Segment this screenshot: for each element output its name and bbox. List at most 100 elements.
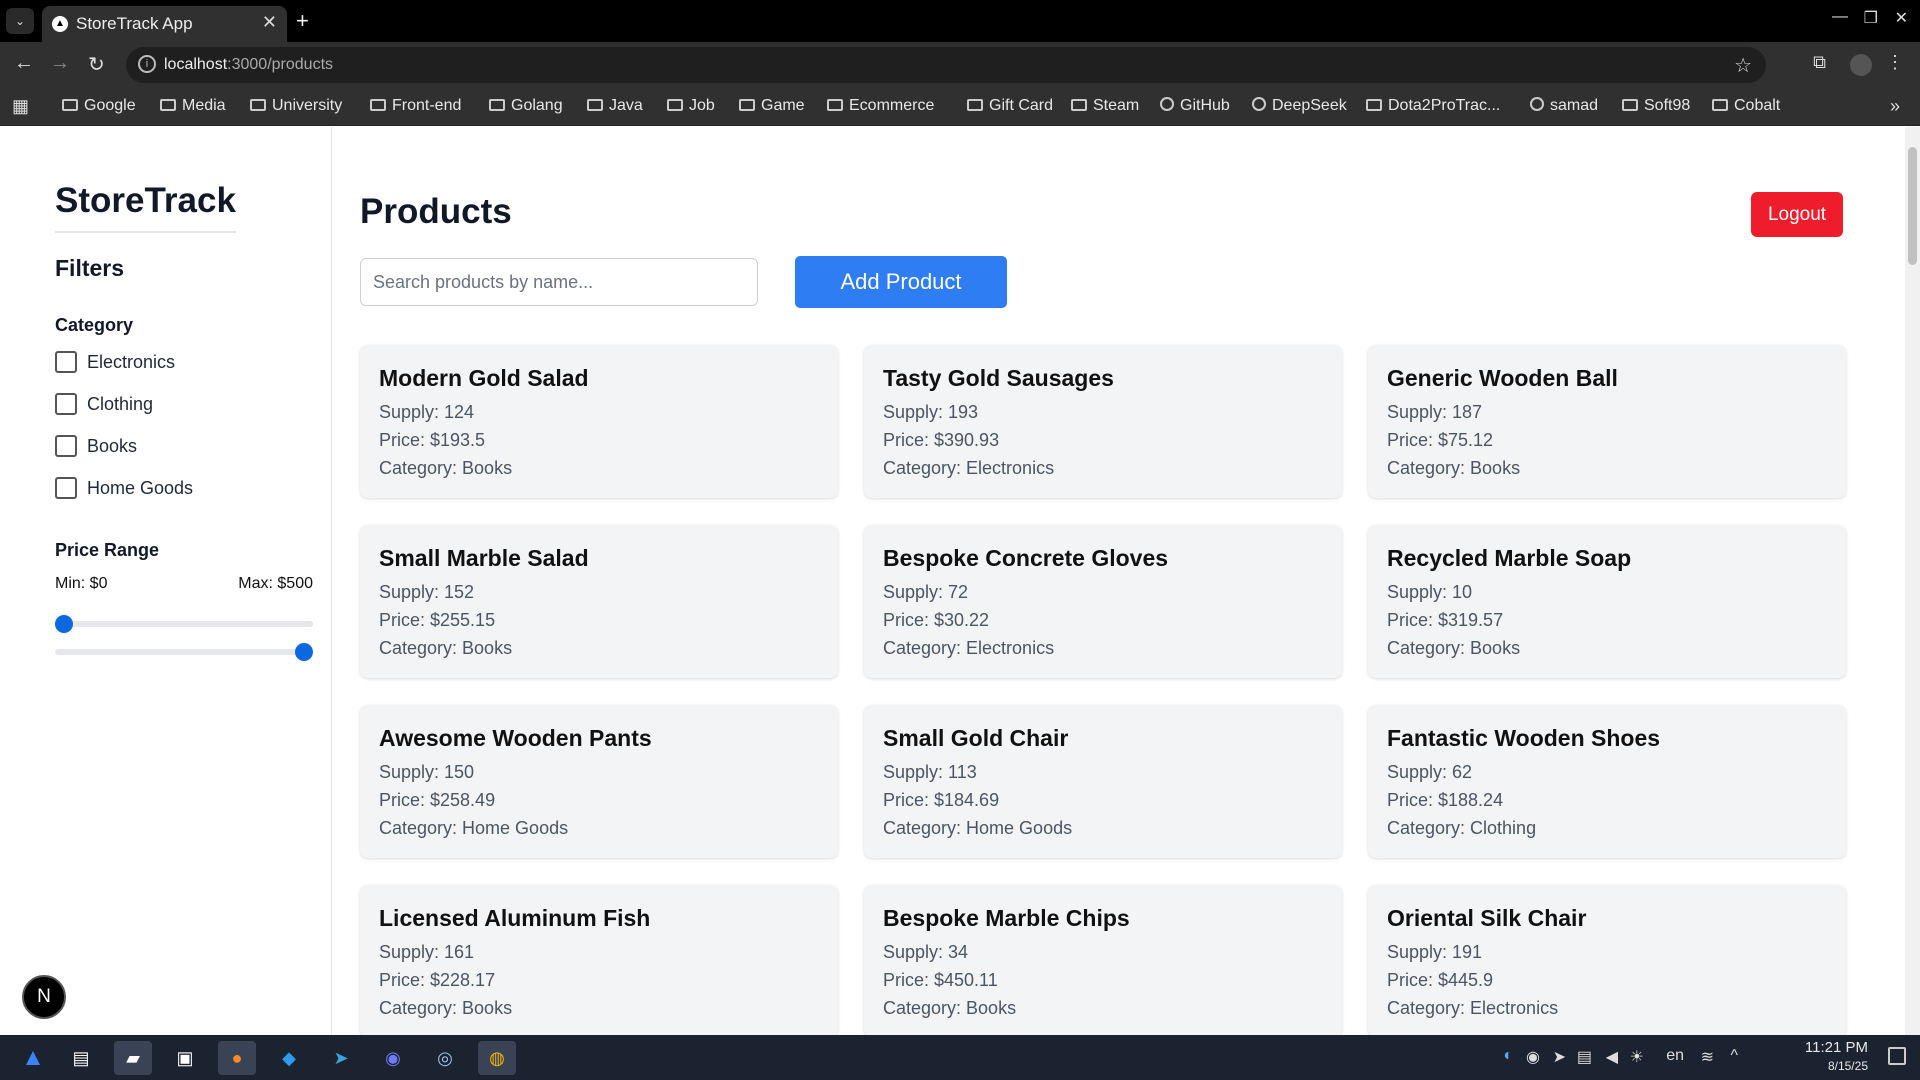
category-filter-clothing[interactable]: Clothing — [55, 393, 153, 415]
wifi-icon[interactable]: ≋ — [1701, 1047, 1714, 1067]
checkbox[interactable] — [55, 477, 77, 499]
tab-close-icon[interactable]: ✕ — [262, 12, 277, 33]
folder-icon — [587, 99, 603, 111]
show-desktop-icon[interactable] — [1888, 1047, 1906, 1065]
search-input[interactable] — [360, 258, 758, 306]
clock[interactable]: 11:21 PM 8/15/25 — [1805, 1039, 1868, 1075]
telegram-tray-icon[interactable]: ➤ — [1553, 1047, 1566, 1067]
vscode-icon[interactable]: ◆ — [270, 1041, 308, 1075]
product-card[interactable]: Bespoke Marble Chips Supply: 34 Price: $45… — [864, 885, 1342, 1035]
product-card[interactable]: Generic Wooden Ball Supply: 187 Price: $75… — [1368, 345, 1846, 498]
browser-tab[interactable]: ▲ StoreTrack App ✕ — [42, 6, 287, 42]
nextjs-dev-indicator[interactable]: N — [22, 975, 66, 1019]
product-card[interactable]: Bespoke Concrete Gloves Supply: 72 Price: … — [864, 525, 1342, 678]
bookmark-ecommerce[interactable]: Ecommerce — [827, 97, 934, 115]
bookmark-golang[interactable]: Golang — [489, 97, 563, 115]
product-supply: Supply: 62 — [1387, 762, 1473, 782]
product-name: Licensed Aluminum Fish — [379, 905, 651, 931]
product-card[interactable]: Awesome Wooden Pants Supply: 150 Price: $2… — [360, 705, 838, 858]
keyboard-language[interactable]: en — [1666, 1047, 1684, 1065]
back-icon[interactable]: ← — [14, 52, 34, 75]
window-close-icon[interactable]: ✕ — [1895, 8, 1908, 28]
scrollbar-thumb[interactable] — [1908, 147, 1917, 265]
checkbox[interactable] — [55, 393, 77, 415]
cobalt-icon — [1712, 99, 1728, 111]
product-name: Bespoke Concrete Gloves — [883, 545, 1169, 571]
product-card[interactable]: Tasty Gold Sausages Supply: 193 Price: $39… — [864, 345, 1342, 498]
product-supply: Supply: 161 — [379, 942, 475, 962]
bookmark-soft98[interactable]: Soft98 — [1622, 97, 1690, 115]
discord-tray-icon[interactable]: ◉ — [1526, 1047, 1540, 1067]
page-scrollbar[interactable] — [1905, 127, 1920, 1035]
category-filter-home-goods[interactable]: Home Goods — [55, 477, 193, 499]
bookmark-university[interactable]: University — [250, 97, 342, 115]
terminal-icon[interactable]: ▣ — [166, 1041, 204, 1075]
product-name: Tasty Gold Sausages — [883, 365, 1114, 391]
bookmark-front-end[interactable]: Front-end — [370, 97, 461, 115]
clipboard-tray-icon[interactable]: ▤ — [1577, 1047, 1592, 1067]
checkbox[interactable] — [55, 435, 77, 457]
discord-icon[interactable]: ◉ — [374, 1041, 412, 1075]
checkbox[interactable] — [55, 351, 77, 373]
clock-time: 11:21 PM — [1804, 1039, 1868, 1056]
deepseek-icon — [1252, 97, 1266, 111]
forward-icon[interactable]: → — [50, 52, 70, 75]
price-max-slider[interactable] — [55, 643, 313, 661]
restore-icon[interactable]: ❐ — [1864, 8, 1878, 28]
category-filter-electronics[interactable]: Electronics — [55, 351, 175, 373]
bookmark-star-icon[interactable]: ☆ — [1734, 53, 1752, 78]
bookmark-media[interactable]: Media — [160, 97, 226, 115]
product-card[interactable]: Small Marble Salad Supply: 152 Price: $255… — [360, 525, 838, 678]
dota-icon — [1366, 99, 1382, 111]
add-product-button[interactable]: Add Product — [795, 256, 1007, 308]
bookmarks-overflow-icon[interactable]: » — [1890, 96, 1900, 117]
reload-icon[interactable]: ↻ — [88, 52, 105, 77]
slider-handle[interactable] — [295, 643, 313, 661]
browser-menu-icon[interactable]: ⋮ — [1886, 52, 1904, 73]
tray-expand-icon[interactable]: ^ — [1730, 1047, 1738, 1065]
volume-icon[interactable]: ◀ — [1606, 1047, 1618, 1067]
new-tab-icon[interactable]: + — [296, 8, 309, 34]
product-card[interactable]: Oriental Silk Chair Supply: 191 Price: $44… — [1368, 885, 1846, 1035]
product-name: Recycled Marble Soap — [1387, 545, 1632, 571]
address-bar[interactable]: i localhost:3000/products ☆ — [126, 47, 1766, 83]
firefox-icon[interactable]: ● — [218, 1041, 256, 1075]
bookmark-game[interactable]: Game — [739, 97, 805, 115]
bookmark-java[interactable]: Java — [587, 97, 643, 115]
bookmark-github[interactable]: GitHub — [1160, 97, 1230, 115]
steam-icon[interactable]: ◎ — [426, 1041, 464, 1075]
apps-grid-icon[interactable]: ▦ — [12, 96, 29, 117]
file-manager-icon[interactable]: ▰ — [114, 1041, 152, 1075]
page-title: Products — [360, 192, 512, 231]
bookmark-gift-card[interactable]: Gift Card — [967, 97, 1053, 115]
product-card[interactable]: Small Gold Chair Supply: 113 Price: $184.6… — [864, 705, 1342, 858]
profile-avatar[interactable] — [1850, 54, 1872, 76]
chrome-icon[interactable]: ◍ — [478, 1041, 516, 1075]
bookmark-job[interactable]: Job — [667, 97, 715, 115]
bookmarks-bar: ▦ Google Media University Front-end Gola… — [0, 88, 1920, 126]
product-name: Fantastic Wooden Shoes — [1387, 725, 1661, 751]
telegram-icon[interactable]: ➤ — [322, 1041, 360, 1075]
site-info-icon[interactable]: i — [138, 55, 156, 73]
brightness-icon[interactable]: ☀ — [1630, 1047, 1644, 1067]
bookmark-google[interactable]: Google — [62, 97, 136, 115]
arch-launcher-icon[interactable]: ▲ — [14, 1041, 52, 1075]
minimize-icon[interactable]: — — [1832, 8, 1848, 26]
bookmark-cobalt[interactable]: Cobalt — [1712, 97, 1780, 115]
bookmark-samad[interactable]: samad — [1530, 97, 1598, 115]
price-min-slider[interactable] — [55, 615, 313, 633]
bookmark-steam[interactable]: Steam — [1071, 97, 1139, 115]
product-card[interactable]: Fantastic Wooden Shoes Supply: 62 Price: $… — [1368, 705, 1846, 858]
product-card[interactable]: Modern Gold Salad Supply: 124 Price: $193.… — [360, 345, 838, 498]
logout-button[interactable]: Logout — [1751, 192, 1843, 237]
tab-list-chevron-icon[interactable]: ⌄ — [6, 8, 34, 34]
system-monitor-icon[interactable]: ▤ — [62, 1041, 100, 1075]
vpn-tray-icon[interactable]: ◐ — [1503, 1047, 1513, 1065]
bookmark-deepseek[interactable]: DeepSeek — [1252, 97, 1347, 115]
product-card[interactable]: Recycled Marble Soap Supply: 10 Price: $31… — [1368, 525, 1846, 678]
extensions-icon[interactable]: ⧉ — [1813, 52, 1826, 73]
slider-handle[interactable] — [55, 615, 73, 633]
category-filter-books[interactable]: Books — [55, 435, 137, 457]
product-card[interactable]: Licensed Aluminum Fish Supply: 161 Price: … — [360, 885, 838, 1035]
bookmark-dota2protracker[interactable]: Dota2ProTrac... — [1366, 97, 1500, 115]
